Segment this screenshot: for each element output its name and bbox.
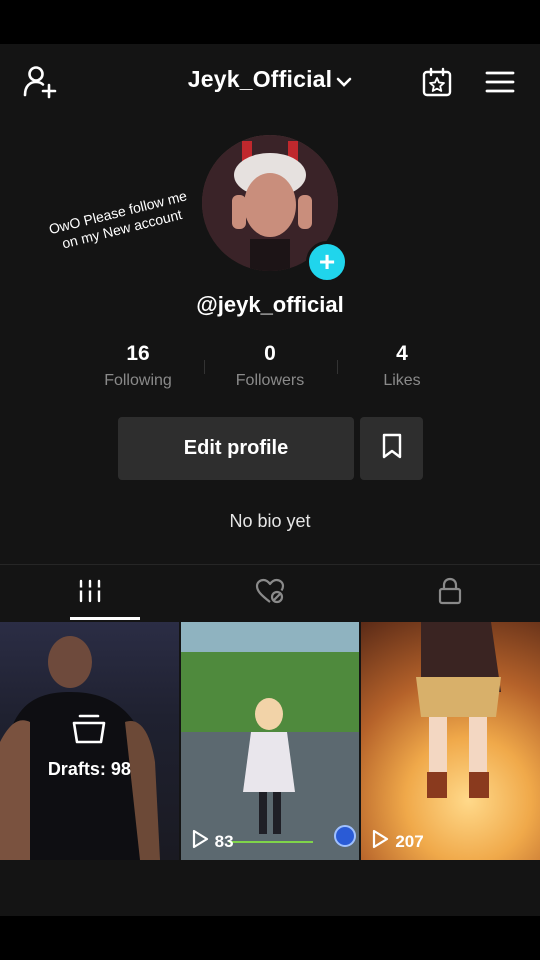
- active-tab-indicator: [70, 617, 140, 620]
- drafts-tile[interactable]: Drafts: 98: [0, 622, 179, 860]
- view-count-value: 83: [214, 831, 234, 851]
- drafts-label: Drafts: 98: [47, 759, 131, 779]
- tab-videos[interactable]: [0, 565, 180, 621]
- view-count-value: 207: [395, 831, 424, 851]
- calendar-star-icon[interactable]: [419, 64, 455, 100]
- video-tile[interactable]: 207: [361, 622, 540, 860]
- view-count: 83: [191, 829, 234, 854]
- stat-following[interactable]: 16 Following: [72, 342, 204, 396]
- grid-icon: [76, 578, 104, 609]
- stat-label: Likes: [383, 372, 421, 389]
- stat-divider: [204, 360, 205, 374]
- tab-private[interactable]: [360, 565, 540, 621]
- stats-row: 16 Following 0 Followers 4 Likes: [72, 342, 468, 396]
- stat-followers[interactable]: 0 Followers: [204, 342, 336, 396]
- top-bar: Jeyk_Official: [0, 44, 540, 116]
- stat-label: Following: [104, 372, 172, 389]
- bio-text[interactable]: No bio yet: [0, 511, 540, 532]
- lock-icon: [438, 577, 462, 610]
- edit-profile-button[interactable]: Edit profile: [118, 417, 354, 480]
- drafts-tray-icon: [0, 714, 179, 749]
- video-tile[interactable]: 83: [180, 622, 360, 860]
- profile-tabs: [0, 565, 540, 621]
- bookmark-button[interactable]: [360, 417, 423, 480]
- chevron-down-icon: [336, 67, 352, 94]
- username: @jeyk_official: [196, 292, 344, 317]
- account-title: Jeyk_Official: [187, 66, 333, 92]
- view-count: 207: [371, 829, 424, 854]
- video-grid: Drafts: 98 83 207: [0, 622, 540, 860]
- account-switcher[interactable]: Jeyk_Official: [0, 66, 540, 94]
- profile-screen: Jeyk_Official OwO Please follow me on my…: [0, 44, 540, 916]
- stat-value: 4: [396, 342, 408, 365]
- stat-value: 16: [126, 342, 150, 365]
- overlay-caption: OwO Please follow me on my New account: [47, 187, 189, 252]
- hamburger-menu-icon[interactable]: [482, 64, 518, 100]
- stat-divider: [337, 360, 338, 374]
- stat-label: Followers: [235, 372, 305, 389]
- drafts-overlay: Drafts: 98: [0, 714, 179, 780]
- play-icon: [371, 829, 389, 854]
- play-icon: [191, 829, 209, 854]
- bookmark-icon: [381, 433, 403, 464]
- liked-heart-icon: [255, 578, 285, 609]
- tab-liked[interactable]: [180, 565, 360, 621]
- add-photo-button[interactable]: +: [306, 241, 348, 283]
- stat-likes[interactable]: 4 Likes: [336, 342, 468, 396]
- stat-value: 0: [264, 342, 276, 365]
